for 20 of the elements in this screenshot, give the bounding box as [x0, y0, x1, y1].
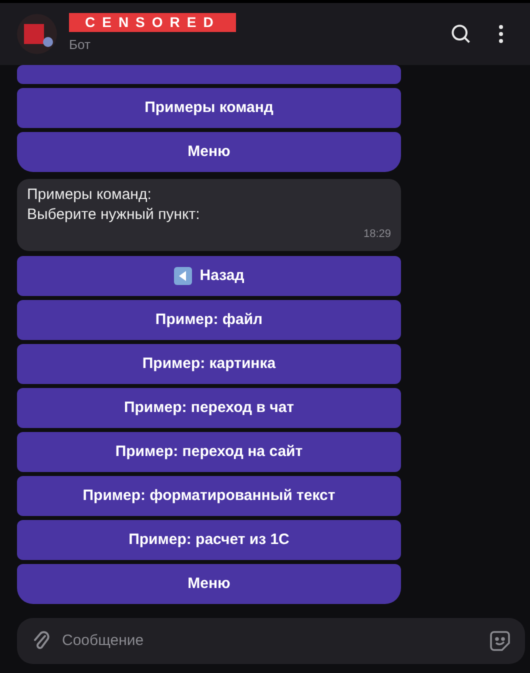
keyboard-button[interactable]: Назад — [17, 256, 401, 296]
keyboard-button[interactable]: Пример: файл — [17, 300, 401, 340]
sticker-icon — [490, 631, 510, 651]
chat-subtitle: Бот — [69, 36, 92, 54]
chat-title: CENSORED — [69, 13, 236, 32]
keyboard-button[interactable]: Пример: расчет из 1С — [17, 520, 401, 560]
message-field[interactable]: Сообщение — [62, 630, 478, 652]
keyboard-button[interactable]: Меню — [17, 132, 401, 172]
keyboard-button[interactable]: Пример: картинка — [17, 344, 401, 384]
keyboard-button[interactable]: Пример: форматированный текст — [17, 476, 401, 516]
keyboard-button[interactable]: Пример: переход в чат — [17, 388, 401, 428]
more-icon — [499, 25, 503, 43]
keyboard-button[interactable]: Пример: переход на сайт — [17, 432, 401, 472]
paperclip-icon — [32, 630, 50, 652]
keyboard-button[interactable]: Примеры команд — [17, 88, 401, 128]
message-text: Примеры команд: Выберите нужный пункт: — [27, 185, 201, 225]
message-time: 18:29 — [363, 227, 391, 242]
search-icon — [450, 23, 472, 45]
message-input[interactable]: Сообщение — [17, 618, 525, 664]
keyboard-button[interactable]: Меню — [17, 564, 401, 604]
